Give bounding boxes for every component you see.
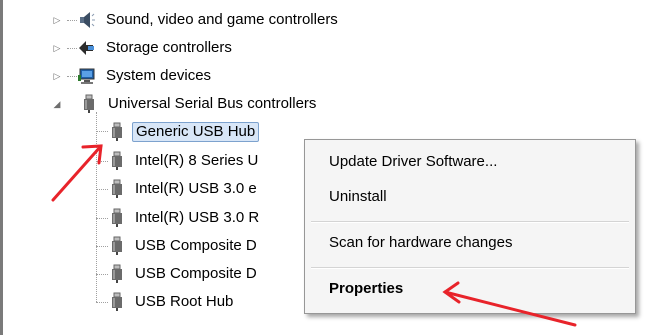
usb-plug-icon — [80, 94, 98, 114]
collapse-arrow-icon[interactable]: ◢ — [52, 99, 62, 109]
usb-plug-icon — [108, 151, 126, 171]
menu-separator — [311, 267, 629, 269]
tree-connector — [96, 246, 108, 247]
usb-plug-icon — [108, 208, 126, 228]
tree-connector — [96, 302, 108, 303]
expand-arrow-icon[interactable]: ▷ — [52, 15, 62, 25]
tree-connector — [96, 189, 108, 190]
expand-arrow-icon[interactable]: ▷ — [52, 43, 62, 53]
expand-arrow-icon[interactable]: ▷ — [52, 71, 62, 81]
tree-node-usb-root-hub[interactable]: USB Root Hub — [108, 291, 308, 313]
tree-node-label: USB Root Hub — [135, 293, 234, 310]
tree-connector — [96, 131, 108, 132]
tree-node-usb-controllers[interactable]: ◢ Universal Serial Bus controllers — [52, 93, 372, 115]
menu-item-properties[interactable]: Properties — [329, 278, 403, 300]
tree-node-usb-device[interactable]: Intel(R) USB 3.0 R — [108, 207, 308, 229]
menu-item-uninstall[interactable]: Uninstall — [329, 186, 387, 208]
tree-node-sound-controllers[interactable]: ▷ Sound, video and game controllers — [52, 9, 382, 31]
tree-node-label: Sound, video and game controllers — [106, 11, 338, 28]
tree-node-generic-usb-hub[interactable]: Generic USB Hub — [108, 121, 308, 143]
menu-item-scan-hardware[interactable]: Scan for hardware changes — [329, 232, 512, 254]
tree-node-label: Intel(R) USB 3.0 e — [135, 180, 257, 197]
storage-controller-icon — [78, 38, 96, 58]
usb-plug-icon — [108, 122, 126, 142]
tree-node-label: USB Composite D — [135, 237, 257, 254]
tree-connector — [96, 218, 108, 219]
tree-node-label: Intel(R) USB 3.0 R — [135, 209, 260, 226]
tree-node-usb-device[interactable]: USB Composite D — [108, 235, 308, 257]
tree-node-system-devices[interactable]: ▷ System devices — [52, 65, 272, 87]
tree-node-label: Universal Serial Bus controllers — [108, 95, 317, 112]
tree-node-usb-device[interactable]: Intel(R) USB 3.0 e — [108, 178, 308, 200]
usb-plug-icon — [108, 292, 126, 312]
tree-node-label: Storage controllers — [106, 39, 232, 56]
speaker-icon — [78, 10, 96, 30]
computer-icon — [78, 66, 96, 86]
context-menu: Update Driver Software... Uninstall Scan… — [304, 139, 636, 314]
tree-connector — [96, 161, 108, 162]
menu-item-update-driver[interactable]: Update Driver Software... — [329, 151, 497, 173]
tree-node-label: Generic USB Hub — [132, 122, 260, 142]
menu-separator — [311, 221, 629, 223]
tree-node-label: System devices — [106, 67, 212, 84]
usb-plug-icon — [108, 236, 126, 256]
usb-plug-icon — [108, 264, 126, 284]
tree-connector — [96, 274, 108, 275]
usb-plug-icon — [108, 179, 126, 199]
tree-node-usb-device[interactable]: USB Composite D — [108, 263, 308, 285]
tree-node-label: USB Composite D — [135, 265, 257, 282]
tree-node-label: Intel(R) 8 Series U — [135, 152, 259, 169]
tree-node-storage-controllers[interactable]: ▷ Storage controllers — [52, 37, 292, 59]
tree-node-usb-device[interactable]: Intel(R) 8 Series U — [108, 150, 308, 172]
